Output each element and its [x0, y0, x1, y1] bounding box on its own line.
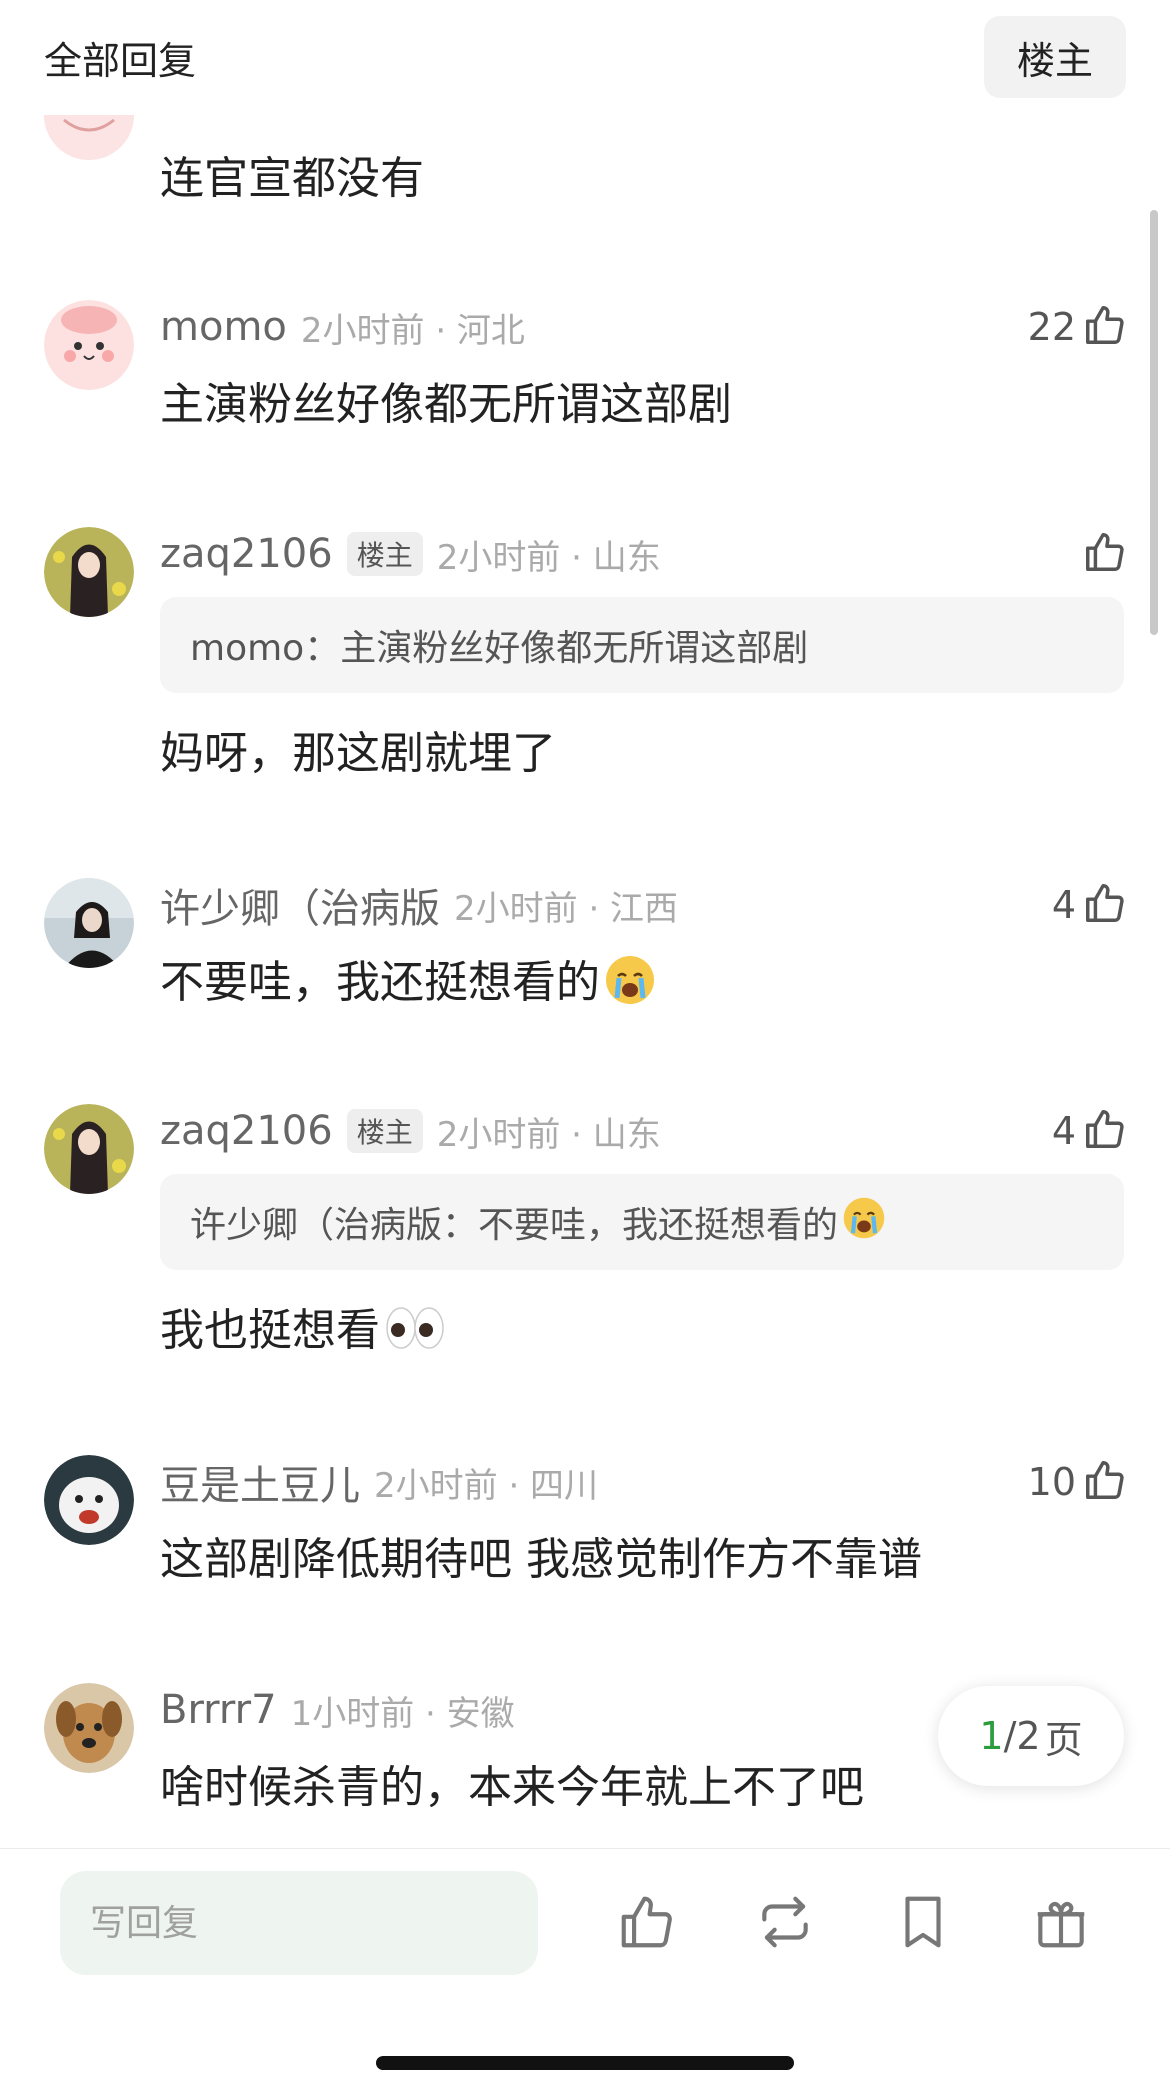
like-button[interactable]: 4: [1052, 878, 1128, 932]
comment-meta: zaq2106 楼主 2小时前 · 山东: [160, 527, 661, 581]
avatar[interactable]: [44, 1104, 134, 1194]
comment-list[interactable]: 连官宣都没有 momo 2小时前 · 河北 22 主演粉丝好像都无所谓这部剧 z…: [0, 0, 1170, 1848]
comment-meta: zaq2106 楼主 2小时前 · 山东: [160, 1104, 661, 1158]
thumbs-up-icon: [1082, 1457, 1128, 1507]
eyes-icon: [384, 1304, 446, 1363]
thumbs-up-icon: [1082, 1106, 1128, 1156]
repost-icon[interactable]: [750, 1887, 820, 1957]
total-pages: /2: [1003, 1714, 1041, 1758]
username[interactable]: zaq2106: [160, 1108, 333, 1154]
avatar[interactable]: [44, 300, 134, 390]
avatar[interactable]: [44, 527, 134, 617]
like-button[interactable]: [1082, 527, 1128, 581]
bookmark-icon[interactable]: [888, 1887, 958, 1957]
page-indicator[interactable]: 1 /2 页: [938, 1686, 1124, 1786]
username[interactable]: 豆是土豆儿: [160, 1453, 360, 1511]
comment-meta: momo 2小时前 · 河北: [160, 300, 525, 354]
gift-icon[interactable]: [1026, 1887, 1096, 1957]
comment-text: 我也挺想看: [160, 1294, 446, 1363]
scrollbar[interactable]: [1150, 210, 1158, 635]
comment-text: 不要哇，我还挺想看的: [160, 946, 656, 1017]
time-location: 2小时前 · 山东: [436, 1114, 661, 1155]
username[interactable]: momo: [160, 304, 287, 350]
crying-face-icon: [842, 1196, 886, 1249]
time-location: 1小时前 · 安徽: [290, 1693, 515, 1734]
owner-only-button[interactable]: 楼主: [984, 16, 1126, 98]
time-location: 2小时前 · 河北: [300, 310, 525, 351]
comment-meta: 豆是土豆儿 2小时前 · 四川: [160, 1455, 598, 1509]
thumbs-up-icon[interactable]: [612, 1887, 682, 1957]
comment-text: 妈呀，那这剧就埋了: [160, 728, 556, 779]
thumbs-up-icon: [1082, 529, 1128, 579]
page-title: 全部回复: [44, 39, 197, 83]
quoted-comment[interactable]: momo：主演粉丝好像都无所谓这部剧: [160, 597, 1124, 693]
thumbs-up-icon: [1082, 880, 1128, 930]
quoted-comment[interactable]: 许少卿（治病版：不要哇，我还挺想看的: [160, 1174, 1124, 1270]
comment-text: 啥时候杀青的，本来今年就上不了吧: [160, 1762, 864, 1813]
page-suffix: 页: [1044, 1717, 1083, 1762]
home-indicator[interactable]: [376, 2056, 794, 2070]
reply-input[interactable]: [60, 1871, 538, 1975]
time-location: 2小时前 · 山东: [436, 537, 661, 578]
avatar[interactable]: [44, 1455, 134, 1545]
comment-text-body: 不要哇，我还挺想看的: [160, 957, 600, 1008]
avatar[interactable]: [44, 878, 134, 968]
comment-meta: Brrrr7 1小时前 · 安徽: [160, 1683, 515, 1737]
username[interactable]: Brrrr7: [160, 1687, 277, 1733]
like-button[interactable]: 4: [1052, 1104, 1128, 1158]
like-button[interactable]: 10: [1028, 1455, 1128, 1509]
like-button[interactable]: 22: [1028, 300, 1128, 354]
comment-text: 这部剧降低期待吧 我感觉制作方不靠谱: [160, 1534, 922, 1585]
thumbs-up-icon: [1082, 302, 1128, 352]
like-count: 4: [1051, 1109, 1076, 1153]
comment-text: 主演粉丝好像都无所谓这部剧: [160, 379, 732, 430]
avatar[interactable]: [44, 1683, 134, 1773]
username[interactable]: zaq2106: [160, 531, 333, 577]
owner-badge: 楼主: [346, 1109, 423, 1153]
username[interactable]: 许少卿（治病版: [160, 876, 440, 934]
owner-badge: 楼主: [346, 532, 423, 576]
comment-text: 连官宣都没有: [160, 153, 424, 204]
like-count: 10: [1027, 1460, 1076, 1504]
time-location: 2小时前 · 江西: [454, 888, 679, 929]
quoted-text: 许少卿（治病版：不要哇，我还挺想看的: [190, 1205, 839, 1246]
comment-meta: 许少卿（治病版 2小时前 · 江西: [160, 878, 678, 932]
crying-face-icon: [604, 954, 656, 1017]
like-count: 22: [1027, 305, 1076, 349]
comment-text-body: 我也挺想看: [160, 1305, 380, 1356]
time-location: 2小时前 · 四川: [374, 1465, 599, 1506]
like-count: 4: [1051, 883, 1076, 927]
header: 全部回复 楼主: [0, 0, 1170, 115]
current-page: 1: [979, 1714, 1004, 1758]
